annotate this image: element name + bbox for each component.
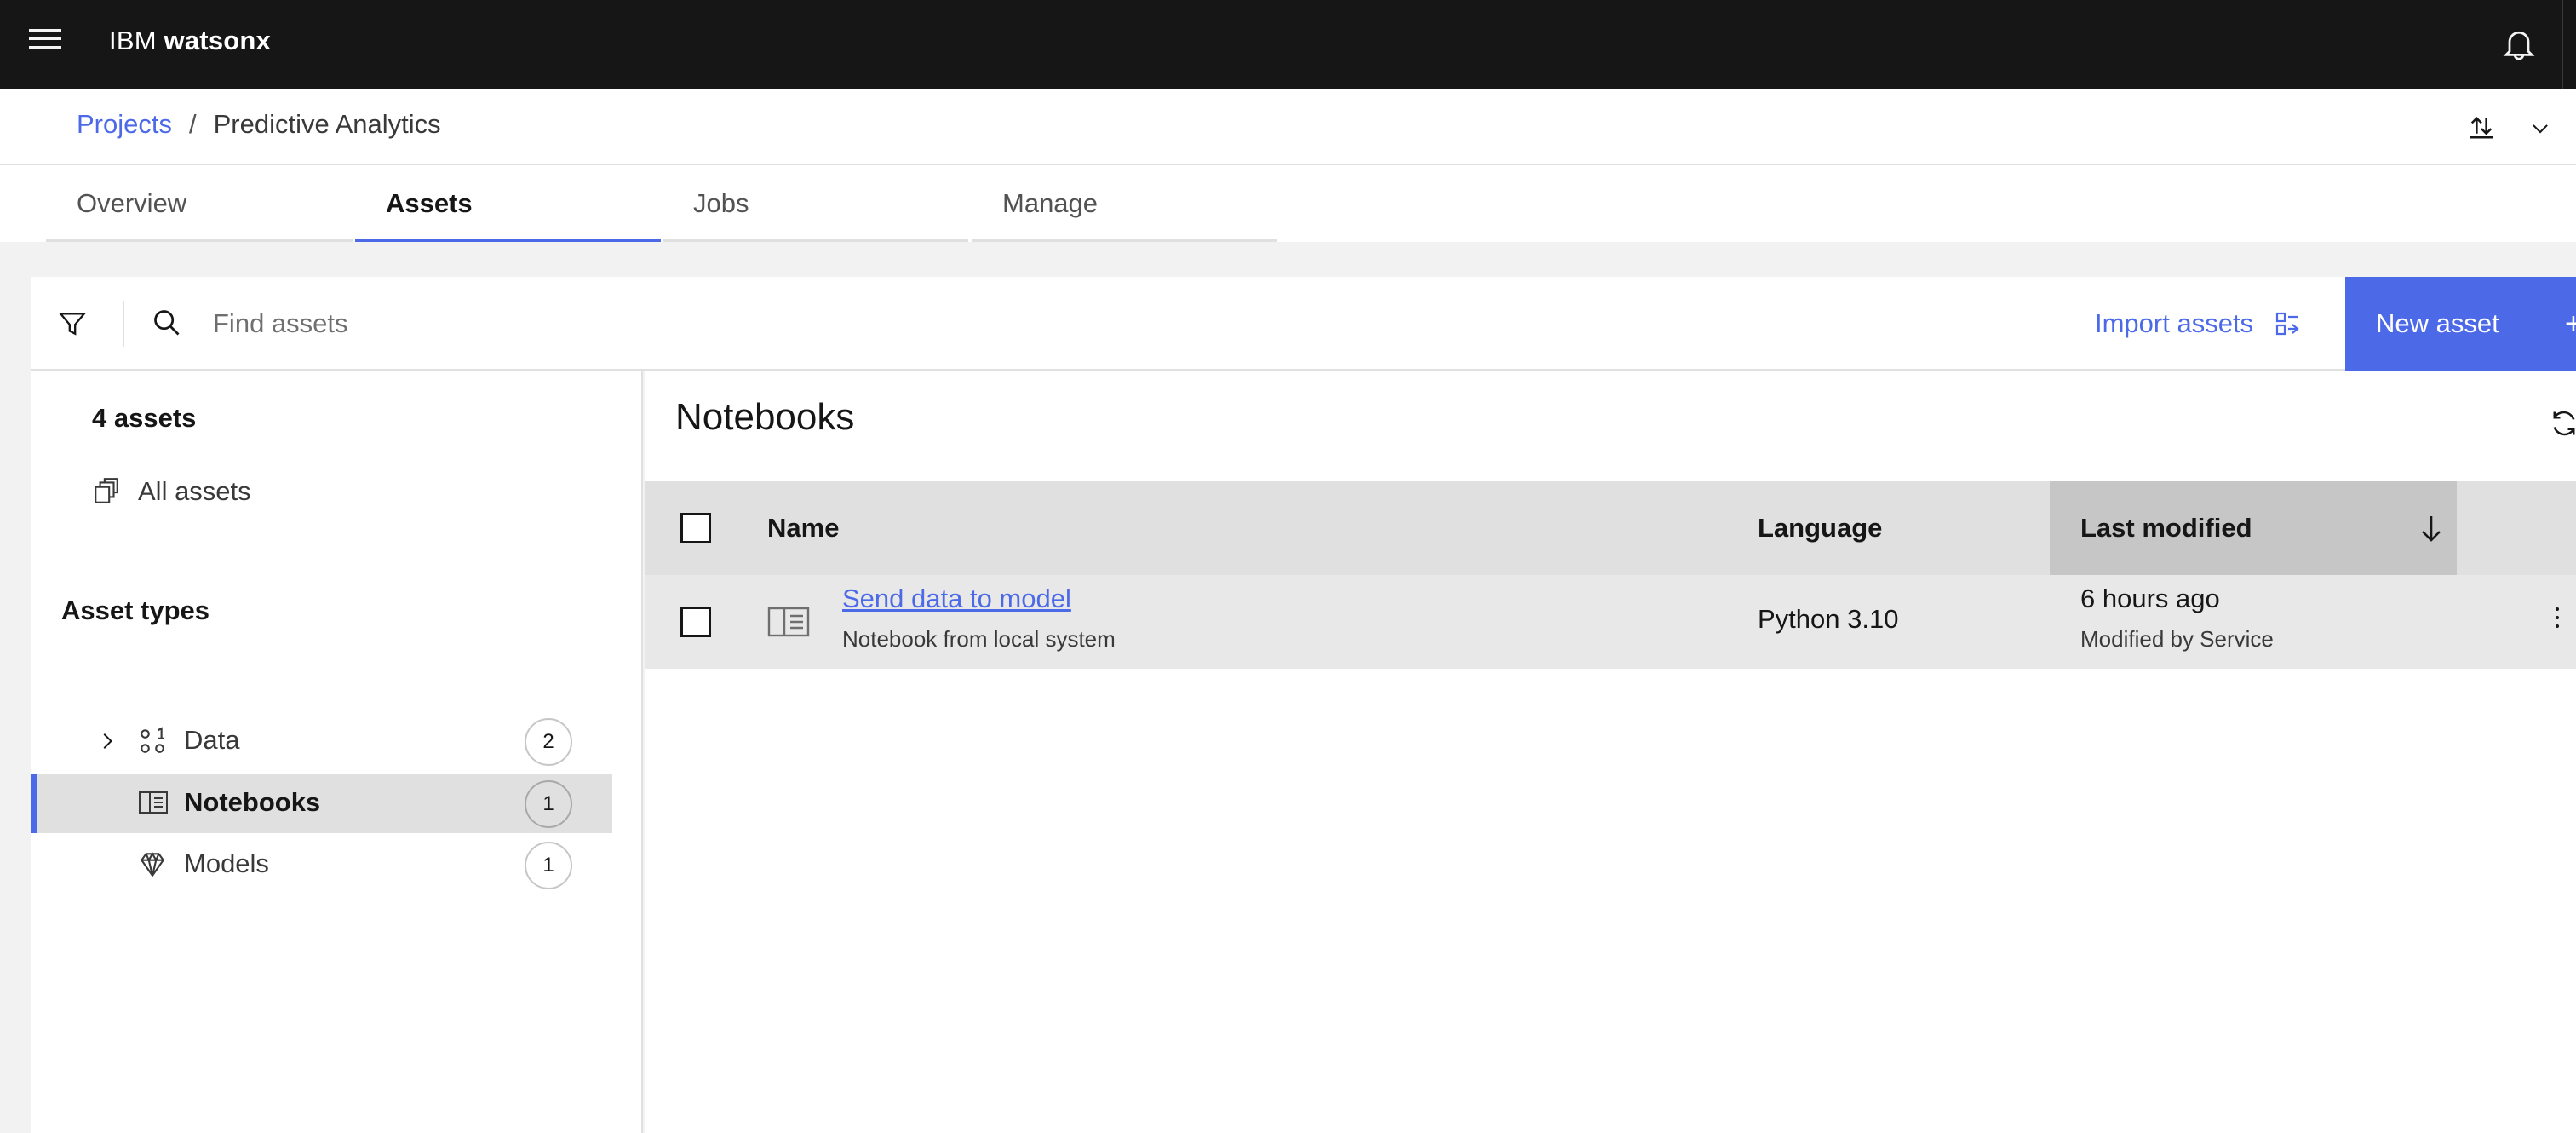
asset-type-label: Notebooks bbox=[184, 787, 321, 817]
asset-type-label: Data bbox=[184, 725, 240, 755]
breadcrumb-separator: / bbox=[188, 109, 197, 139]
asset-type-models[interactable]: Models 1 bbox=[31, 835, 612, 894]
column-header-language[interactable]: Language bbox=[1758, 481, 1882, 575]
chevron-down-icon[interactable] bbox=[2527, 118, 2553, 140]
model-diamond-icon bbox=[140, 852, 165, 877]
upload-download-icon[interactable] bbox=[2466, 112, 2497, 143]
asset-type-label: Models bbox=[184, 848, 269, 878]
notebook-icon bbox=[139, 791, 168, 814]
product-brand[interactable]: IBM watsonx bbox=[109, 26, 271, 56]
table-header: Name Language Last modified bbox=[645, 481, 2576, 575]
asset-language: Python 3.10 bbox=[1758, 604, 1899, 634]
section-title: Notebooks bbox=[675, 396, 855, 438]
all-assets-label: All assets bbox=[138, 476, 251, 506]
asset-subtitle: Notebook from local system bbox=[842, 626, 1116, 652]
select-all-checkbox[interactable] bbox=[680, 513, 711, 543]
add-icon: + bbox=[2565, 308, 2576, 340]
asset-filter-panel: 4 assets All assets Asset types Data 2 N… bbox=[31, 371, 643, 1133]
asset-type-count: 1 bbox=[525, 842, 572, 889]
asset-name-link[interactable]: Send data to model bbox=[842, 584, 1071, 614]
all-assets-link[interactable]: All assets bbox=[92, 476, 251, 507]
import-assets-label: Import assets bbox=[2095, 308, 2254, 338]
asset-count: 4 assets bbox=[92, 403, 197, 433]
search-icon bbox=[154, 310, 180, 336]
asset-type-count: 2 bbox=[525, 718, 572, 766]
overflow-menu-icon[interactable] bbox=[2549, 607, 2566, 636]
asset-type-count: 1 bbox=[525, 780, 572, 828]
assets-toolbar: Import assets New asset + bbox=[31, 277, 2576, 371]
import-assets-button[interactable]: Import assets bbox=[2095, 301, 2301, 347]
tab-overview[interactable]: Overview bbox=[46, 165, 353, 242]
data-icon bbox=[141, 727, 164, 753]
asset-modified-by: Modified by Service bbox=[2080, 626, 2274, 652]
brand-prefix: IBM bbox=[109, 26, 157, 55]
asset-type-data[interactable]: Data 2 bbox=[31, 711, 612, 771]
arrow-down-sort-icon bbox=[2422, 516, 2441, 542]
asset-type-notebooks[interactable]: Notebooks 1 bbox=[31, 774, 612, 833]
notebook-icon bbox=[767, 607, 810, 637]
breadcrumb: Projects / Predictive Analytics bbox=[77, 109, 441, 140]
asset-types-heading: Asset types bbox=[61, 595, 210, 625]
filter-icon[interactable] bbox=[58, 309, 87, 338]
search-input[interactable] bbox=[213, 301, 1746, 347]
tab-assets[interactable]: Assets bbox=[355, 165, 661, 242]
breadcrumb-current-project: Predictive Analytics bbox=[213, 109, 441, 139]
row-checkbox[interactable] bbox=[680, 607, 711, 637]
project-header: Projects / Predictive Analytics bbox=[0, 89, 2576, 165]
brand-name: watsonx bbox=[164, 26, 271, 55]
bell-icon[interactable] bbox=[2500, 24, 2538, 65]
new-asset-button[interactable]: New asset + bbox=[2345, 277, 2576, 371]
column-header-name[interactable]: Name bbox=[767, 481, 839, 575]
topbar-divider bbox=[2562, 0, 2563, 89]
assets-main-panel: Notebooks Name Language Last modified Se… bbox=[645, 371, 2576, 1133]
refresh-icon[interactable] bbox=[2549, 408, 2576, 439]
new-asset-label: New asset bbox=[2376, 308, 2499, 338]
copy-stack-icon bbox=[95, 478, 118, 503]
breadcrumb-projects-link[interactable]: Projects bbox=[77, 109, 172, 140]
top-navigation-bar: IBM watsonx bbox=[0, 0, 2576, 89]
column-header-last-modified[interactable]: Last modified bbox=[2050, 481, 2457, 575]
tab-manage[interactable]: Manage bbox=[972, 165, 1277, 242]
chevron-right-icon[interactable] bbox=[97, 730, 118, 752]
import-icon bbox=[2275, 312, 2299, 336]
project-tabs: Overview Assets Jobs Manage bbox=[0, 165, 2576, 242]
tab-jobs[interactable]: Jobs bbox=[663, 165, 968, 242]
asset-last-modified: 6 hours ago bbox=[2080, 584, 2220, 613]
last-modified-label: Last modified bbox=[2080, 513, 2252, 543]
hamburger-menu-icon[interactable] bbox=[29, 29, 61, 56]
table-row[interactable]: Send data to model Notebook from local s… bbox=[645, 575, 2576, 669]
toolbar-divider bbox=[123, 301, 124, 347]
